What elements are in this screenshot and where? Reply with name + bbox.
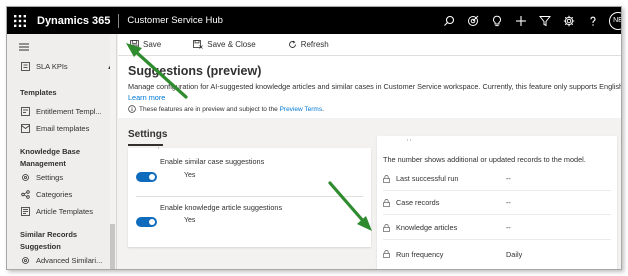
sidebar-group-similar-records: Similar Records Suggestion	[20, 230, 78, 251]
sidebar-group-knowledge-base: Knowledge Base Management	[20, 147, 81, 168]
similar-case-label: Enable similar case suggestions	[160, 157, 265, 166]
sidebar-item-article-templates[interactable]: Article Templates	[20, 206, 93, 216]
sidebar-item-entitlement-templates[interactable]: Entitlement Templ...	[20, 106, 102, 116]
page-title: Suggestions (preview)	[128, 64, 262, 78]
status-row-last-run: Last successful run --	[383, 167, 611, 191]
filter-icon[interactable]	[533, 7, 557, 34]
entitlement-icon	[20, 106, 30, 116]
status-row-knowledge-articles: Knowledge articles --	[383, 216, 611, 240]
notice-end: .	[322, 105, 324, 113]
refresh-icon	[288, 40, 297, 49]
lock-icon	[383, 250, 393, 258]
hub-name[interactable]: Customer Service Hub	[127, 15, 223, 26]
app-window: Dynamics 365 Customer Service Hub NE SLA…	[6, 6, 622, 270]
target-icon[interactable]	[461, 7, 485, 34]
status-label: Last successful run	[396, 174, 459, 183]
clipped-text-fragment: ’	[158, 148, 160, 154]
sidebar-item-advanced-similarity[interactable]: Advanced Similari...	[20, 255, 102, 265]
lightbulb-icon[interactable]	[485, 7, 509, 34]
refresh-label: Refresh	[300, 40, 329, 49]
search-icon[interactable]	[437, 7, 461, 34]
preview-notice: These features are in preview and subjec…	[128, 105, 324, 113]
help-icon[interactable]	[581, 7, 605, 34]
command-bar: Save Save & Close Refresh	[118, 34, 621, 56]
knowledge-article-state: Yes	[184, 217, 196, 224]
sidebar-item-email-templates[interactable]: Email templates	[20, 123, 89, 133]
toggle-knob	[149, 219, 155, 225]
sitemap-sidebar: SLA KPIs ▲ Templates Entitlement Templ..…	[7, 34, 117, 269]
status-value: --	[506, 223, 511, 232]
card-divider	[136, 196, 363, 197]
status-label: Knowledge articles	[396, 223, 458, 232]
info-icon	[128, 105, 136, 113]
status-row-case-records: Case records --	[383, 191, 611, 215]
page-description: Manage configuration for AI-suggested kn…	[128, 82, 622, 91]
notice-text: These features are in preview and subjec…	[139, 105, 278, 113]
user-avatar[interactable]: NE	[609, 11, 621, 30]
status-value: --	[506, 198, 511, 207]
sidebar-item-label: Article Templates	[36, 206, 93, 216]
lock-icon	[383, 174, 393, 183]
status-row-run-frequency: Run frequency Daily	[383, 242, 611, 266]
save-icon	[130, 40, 139, 49]
knowledge-article-toggle[interactable]	[136, 217, 157, 227]
similar-case-state: Yes	[184, 172, 196, 179]
page-header: Suggestions (preview) Manage configurati…	[118, 56, 621, 118]
sidebar-item-categories[interactable]: Categories	[20, 189, 72, 199]
save-and-close-button[interactable]: Save & Close	[193, 40, 256, 49]
status-label: Case records	[396, 198, 440, 207]
toggle-knob	[149, 174, 155, 180]
sidebar-item-label: SLA KPIs	[36, 61, 68, 71]
status-value: --	[506, 174, 511, 183]
hamburger-menu-icon[interactable]	[19, 43, 29, 53]
sidebar-item-sla-kpis[interactable]: SLA KPIs	[20, 61, 68, 71]
sidebar-item-settings[interactable]: Settings	[20, 172, 63, 182]
save-button[interactable]: Save	[130, 40, 161, 49]
main-content: Suggestions (preview) Manage configurati…	[118, 56, 621, 269]
plus-icon[interactable]	[509, 7, 533, 34]
email-template-icon	[20, 123, 30, 133]
sidebar-group-templates: Templates	[20, 88, 57, 97]
kpi-icon	[20, 61, 30, 71]
preview-terms-link[interactable]: Preview Terms	[280, 106, 323, 113]
save-label: Save	[143, 40, 162, 49]
model-status-subtitle: The number shows additional or updated r…	[383, 155, 586, 164]
status-value: Daily	[506, 249, 523, 259]
status-label: Run frequency	[396, 249, 444, 259]
nav-icon-group: NE	[437, 7, 621, 34]
refresh-button[interactable]: Refresh	[288, 40, 329, 49]
save-close-icon	[193, 40, 204, 49]
similar-case-toggle[interactable]	[136, 172, 157, 182]
sidebar-item-label: Categories	[36, 189, 73, 199]
article-template-icon	[20, 206, 30, 216]
sidebar-item-label: Settings	[36, 172, 64, 182]
top-navigation-bar: Dynamics 365 Customer Service Hub NE	[7, 7, 621, 34]
sidebar-item-label: Email templates	[36, 123, 90, 133]
tab-settings-underline	[128, 144, 163, 146]
suggestion-toggles-card: ’ Enable similar case suggestions Yes En…	[128, 148, 371, 247]
sidebar-scrollbar[interactable]	[110, 34, 116, 269]
tab-settings[interactable]: Settings	[128, 129, 167, 140]
sidebar-item-label: Entitlement Templ...	[36, 106, 102, 116]
sidebar-item-label: Advanced Similari...	[36, 255, 103, 265]
model-status-card: ’ ’ The number shows additional or updat…	[377, 136, 617, 269]
lock-icon	[383, 198, 393, 207]
settings-icon	[20, 172, 30, 182]
learn-more-link[interactable]: Learn more	[128, 93, 165, 102]
sidebar-scrollbar-thumb[interactable]	[110, 224, 115, 269]
gear-icon[interactable]	[557, 7, 581, 34]
nav-separator	[118, 13, 120, 28]
similarity-icon	[20, 255, 30, 265]
app-name[interactable]: Dynamics 365	[33, 15, 110, 27]
app-launcher-icon[interactable]	[7, 7, 33, 34]
clipped-text-fragment: ’ ’	[407, 140, 412, 146]
save-close-label: Save & Close	[207, 40, 256, 49]
lock-icon	[383, 223, 393, 232]
categories-icon	[20, 189, 30, 199]
knowledge-article-label: Enable knowledge article suggestions	[160, 203, 283, 212]
